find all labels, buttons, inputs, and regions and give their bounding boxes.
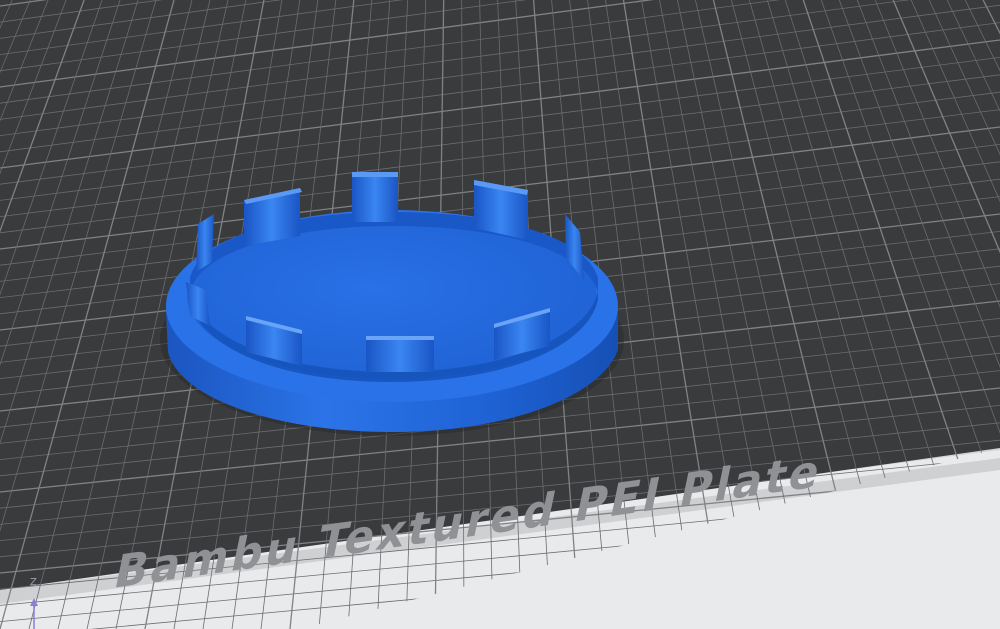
3d-viewport[interactable]: Bambu Textured PEI Plate Z [0,0,1000,629]
axis-z-label: Z [30,577,37,588]
